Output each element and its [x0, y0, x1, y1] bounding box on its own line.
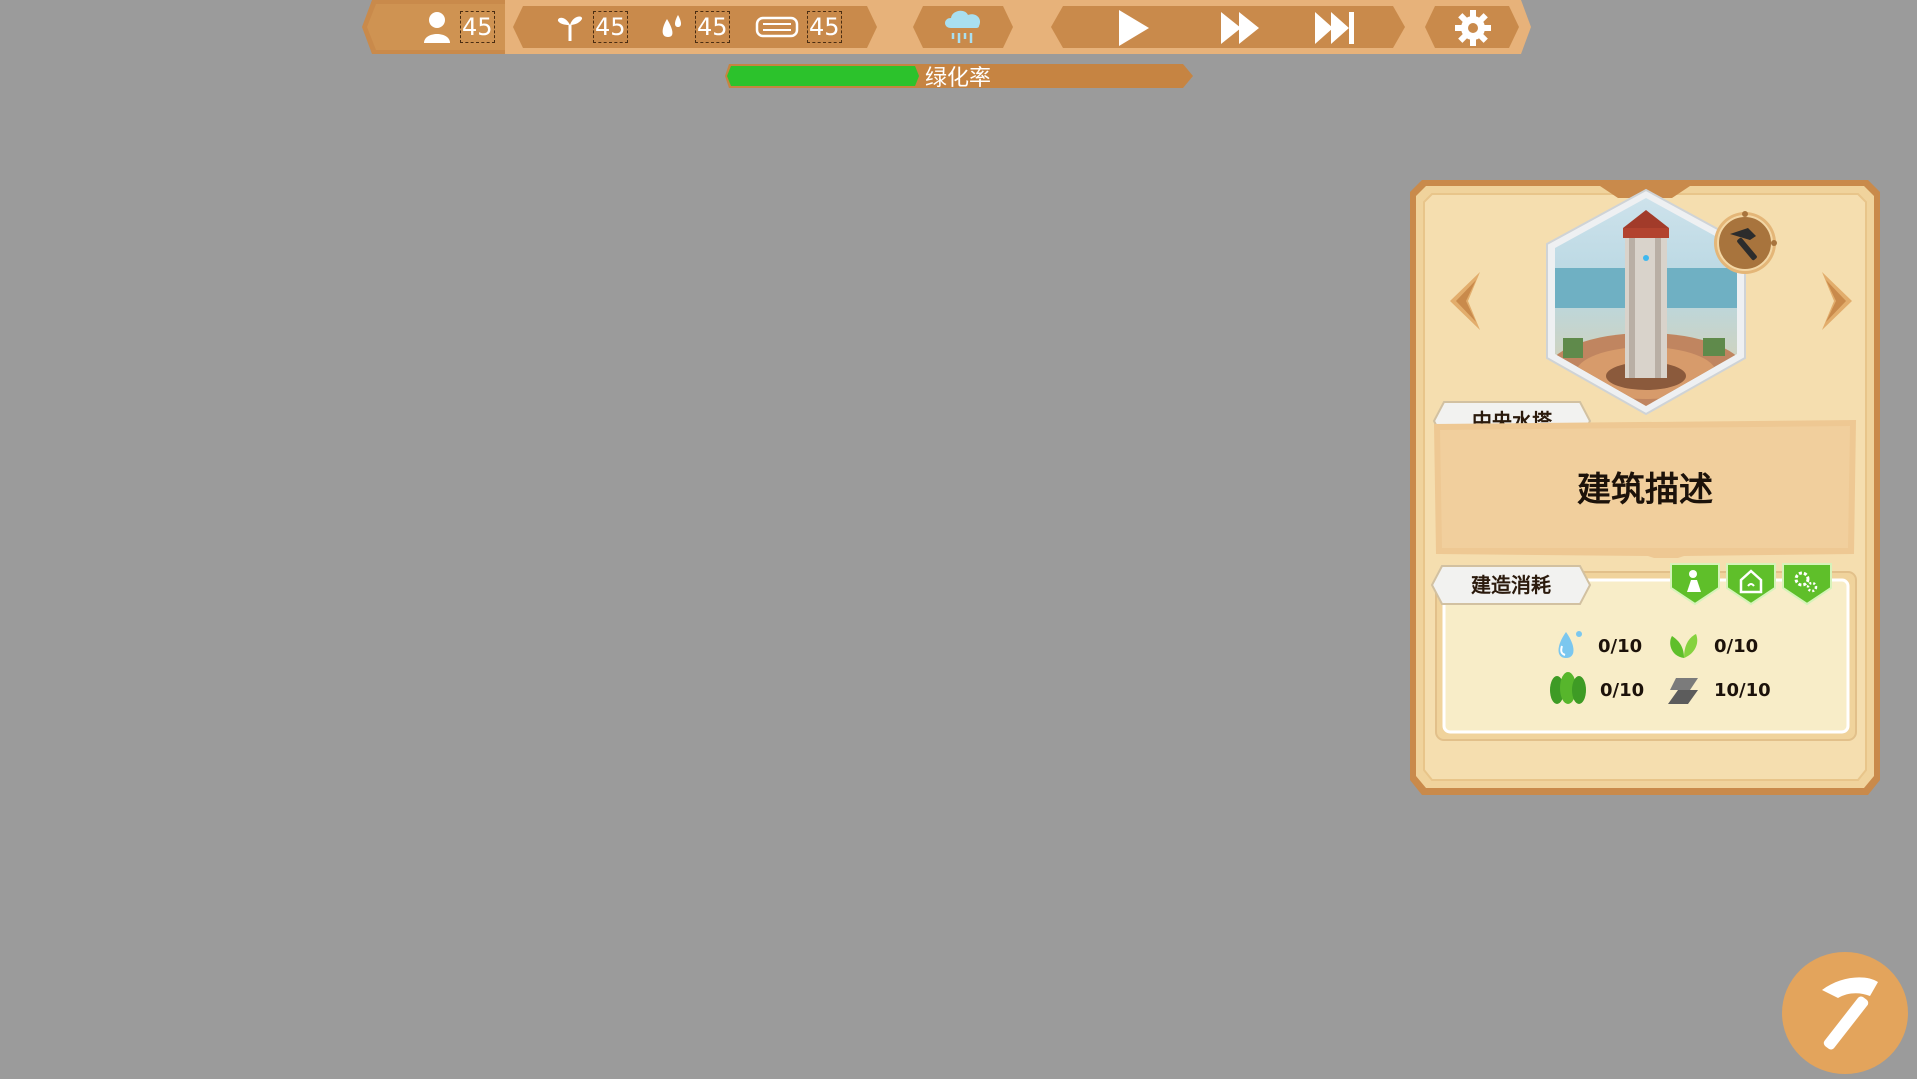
cost-leaves: 0/10 [1666, 628, 1758, 664]
build-hammer-button[interactable] [1782, 952, 1908, 1074]
resources-panel: 45 45 45 [505, 0, 883, 54]
cost-water: 0/10 [1550, 628, 1642, 664]
greening-label: 绿化率 [925, 66, 992, 91]
population-panel: 45 [362, 0, 522, 54]
cost-stone: 10/10 [1666, 672, 1771, 708]
cost-title-tag: 建造消耗 [1430, 564, 1592, 606]
rolled-material-icon [753, 10, 801, 44]
gear-icon[interactable] [1453, 8, 1493, 48]
gears-category-button[interactable] [1781, 562, 1833, 606]
water-value: 45 [695, 11, 730, 43]
worker-category-button[interactable] [1669, 562, 1721, 606]
cost-trees: 0/10 [1548, 672, 1644, 708]
cost-title: 建造消耗 [1471, 573, 1551, 597]
sprout-icon [553, 10, 587, 44]
population-value: 45 [460, 11, 495, 43]
previous-building-arrow[interactable] [1446, 270, 1484, 332]
weather-panel [883, 0, 1043, 54]
building-description: 建筑描述 [1577, 470, 1713, 510]
next-building-arrow[interactable] [1818, 270, 1856, 332]
fast-forward-icon[interactable] [1219, 8, 1261, 48]
sprout-value: 45 [593, 11, 628, 43]
trees-icon [1548, 672, 1588, 708]
settings-panel [1413, 0, 1531, 54]
material-value: 45 [807, 11, 842, 43]
water-drops-icon [655, 10, 689, 44]
cost-trees-value: 0/10 [1600, 679, 1645, 701]
cost-leaves-value: 0/10 [1714, 635, 1759, 657]
cost-water-value: 0/10 [1598, 635, 1643, 657]
skip-forward-icon[interactable] [1313, 8, 1357, 48]
house-category-button[interactable] [1725, 562, 1777, 606]
water-drop-icon [1550, 628, 1586, 664]
person-icon [420, 10, 454, 44]
hammer-badge-icon[interactable] [1712, 210, 1778, 276]
rain-cloud-icon[interactable] [941, 6, 985, 48]
speed-panel [1043, 0, 1413, 54]
play-icon[interactable] [1115, 8, 1151, 48]
leaves-icon [1666, 628, 1702, 664]
stone-plate-icon [1666, 672, 1702, 708]
cost-stone-value: 10/10 [1714, 679, 1771, 701]
